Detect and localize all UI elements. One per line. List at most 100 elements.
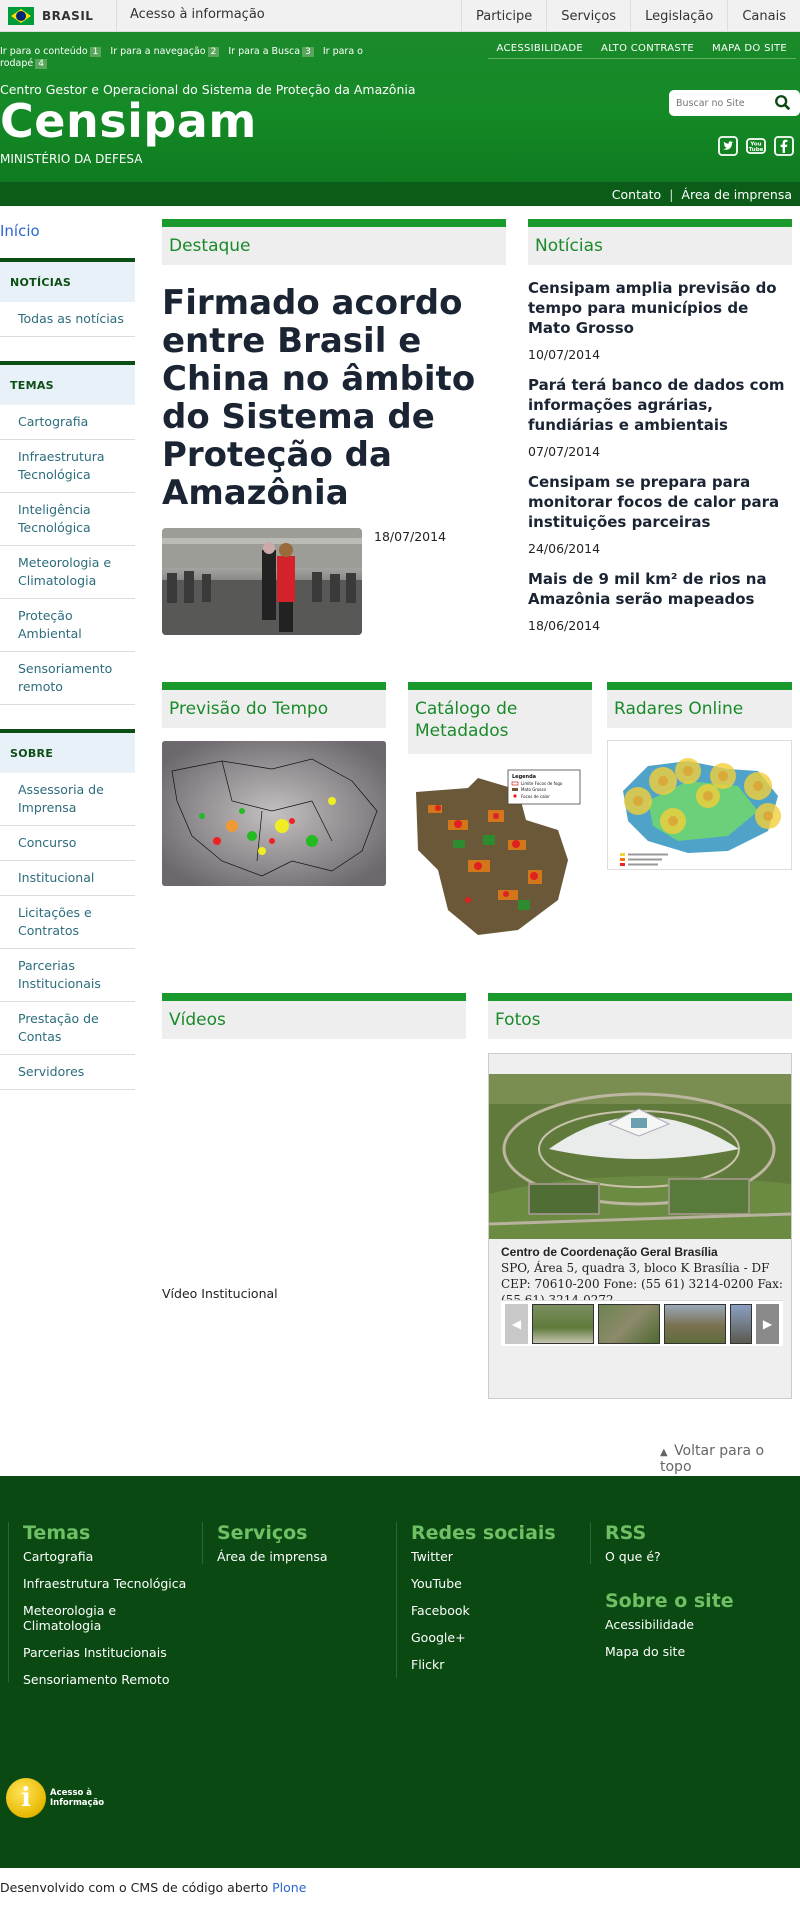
press-area-link[interactable]: Área de imprensa — [673, 187, 800, 202]
news-item-title[interactable]: Pará terá banco de dados com informações… — [528, 375, 790, 435]
sidebar-item-assessoria[interactable]: Assessoria de Imprensa — [0, 773, 135, 826]
gov-nav: Participe Serviços Legislação Canais — [460, 0, 800, 32]
sidebar-item-sensoriamento[interactable]: Sensoriamento remoto — [0, 652, 135, 705]
site-title[interactable]: Censipam — [0, 95, 257, 147]
header-social: You Tube — [718, 136, 794, 156]
sidebar-heading-sobre: SOBRE — [0, 729, 135, 773]
accessibility-link[interactable]: ACESSIBILIDADE — [488, 43, 593, 54]
sidebar-item-licitacoes[interactable]: Licitações e Contratos — [0, 896, 135, 949]
access-info-link[interactable]: Acesso à informação — [130, 7, 265, 22]
acesso-logo-line: Informação — [50, 1798, 105, 1808]
catalog-legend-item: Limite Focos de fogo — [521, 781, 563, 786]
high-contrast-link[interactable]: ALTO CONTRASTE — [592, 43, 703, 54]
gov-nav-legislacao[interactable]: Legislação — [630, 0, 727, 32]
gallery-prev-arrow-icon[interactable]: ◀ — [505, 1303, 528, 1344]
sidebar-item-inteligencia[interactable]: Inteligência Tecnológica — [0, 493, 135, 546]
gov-nav-servicos[interactable]: Serviços — [546, 0, 630, 32]
gallery-main-photo[interactable] — [489, 1074, 791, 1239]
sidebar-item-meteorologia[interactable]: Meteorologia e Climatologia — [0, 546, 135, 599]
footer-link[interactable]: Google+ — [411, 1630, 586, 1645]
contact-link[interactable]: Contato — [604, 187, 669, 202]
fotos-heading: Fotos — [488, 993, 792, 1039]
separator: | — [669, 186, 674, 202]
footer-link[interactable]: Meteorologia e Climatologia — [23, 1603, 198, 1633]
catalog-map-image[interactable]: Legenda Limite Focos de fogo Mato Grosso… — [408, 760, 588, 940]
catalog-legend-item: Focos de calor — [521, 794, 550, 799]
footer-link[interactable]: Infraestrutura Tecnológica — [23, 1576, 198, 1591]
sidebar-item-prestacao[interactable]: Prestação de Contas — [0, 1002, 135, 1055]
twitter-icon[interactable] — [718, 136, 738, 156]
footer-link[interactable]: Flickr — [411, 1657, 586, 1672]
footer-link[interactable]: YouTube — [411, 1576, 586, 1591]
footer-link[interactable]: Twitter — [411, 1549, 586, 1564]
footer-link[interactable]: Área de imprensa — [217, 1549, 392, 1564]
gallery-thumbnail[interactable] — [532, 1303, 594, 1344]
footer-link[interactable]: Mapa do site — [605, 1644, 790, 1659]
photo-gallery: Centro de Coordenação Geral Brasília SPO… — [488, 1053, 792, 1399]
search-input[interactable] — [676, 97, 766, 109]
skip-to-nav[interactable]: Ir para a navegação 2 — [110, 46, 225, 57]
gov-bar: BRASIL Acesso à informação Participe Ser… — [0, 0, 800, 32]
sidebar-item-todas-noticias[interactable]: Todas as notícias — [0, 302, 135, 337]
videos-heading: Vídeos — [162, 993, 466, 1039]
arrow-up-icon: ▲ — [660, 1447, 675, 1458]
gallery-thumbnail[interactable] — [598, 1303, 660, 1344]
radars-map-image[interactable] — [607, 740, 792, 870]
footer-link[interactable]: Cartografia — [23, 1549, 198, 1564]
weather-satellite-image[interactable] — [162, 741, 386, 886]
sidebar-item-parcerias[interactable]: Parcerias Institucionais — [0, 949, 135, 1002]
footer-heading: RSS — [605, 1522, 647, 1544]
info-icon: i — [6, 1778, 46, 1818]
gov-nav-canais[interactable]: Canais — [727, 0, 800, 32]
catalog-legend-title: Legenda — [512, 774, 536, 780]
news-item-title[interactable]: Mais de 9 mil km² de rios na Amazônia se… — [528, 569, 790, 609]
brasil-link[interactable]: BRASIL — [0, 0, 117, 32]
sidebar-item-institucional[interactable]: Institucional — [0, 861, 135, 896]
sidebar-item-infraestrutura[interactable]: Infraestrutura Tecnológica — [0, 440, 135, 493]
skip-to-content[interactable]: Ir para o conteúdo 1 — [0, 46, 107, 57]
service-bar: Contato | Área de imprensa — [0, 182, 800, 206]
news-item-title[interactable]: Censipam se prepara para monitorar focos… — [528, 472, 790, 532]
footer-col-temas: Temas Cartografia Infraestrutura Tecnoló… — [8, 1522, 198, 1687]
news-item-title[interactable]: Censipam amplia previsão do tempo para m… — [528, 278, 790, 338]
sidebar-home-link[interactable]: Início — [0, 222, 135, 240]
gallery-thumbnail[interactable] — [664, 1303, 726, 1344]
facebook-icon[interactable] — [774, 136, 794, 156]
footer-link[interactable]: Acessibilidade — [605, 1617, 790, 1632]
footer-link[interactable]: Parcerias Institucionais — [23, 1645, 198, 1660]
youtube-icon[interactable]: YouTube — [746, 136, 766, 156]
site-footer: Temas Cartografia Infraestrutura Tecnoló… — [0, 1476, 800, 1868]
footer-link[interactable]: O que é? — [605, 1549, 790, 1564]
gallery-thumbnails: ◀ ▶ — [501, 1300, 783, 1346]
sidebar-item-cartografia[interactable]: Cartografia — [0, 405, 135, 440]
sidebar-item-servidores[interactable]: Servidores — [0, 1055, 135, 1090]
gov-nav-participe[interactable]: Participe — [460, 0, 546, 32]
footer-col-sobre: Sobre o site Acessibilidade Mapa do site — [590, 1590, 790, 1660]
acesso-informacao-logo[interactable]: i Acesso à Informação — [6, 1778, 104, 1818]
video-institucional-link[interactable]: Vídeo Institucional — [162, 1286, 278, 1301]
sitemap-link[interactable]: MAPA DO SITE — [703, 43, 796, 54]
header-top-links: ACESSIBILIDADE ALTO CONTRASTE MAPA DO SI… — [487, 43, 796, 59]
gallery-caption: Centro de Coordenação Geral Brasília SPO… — [501, 1244, 783, 1308]
news-item-date: 24/06/2014 — [528, 541, 601, 556]
sidebar-item-concurso[interactable]: Concurso — [0, 826, 135, 861]
gallery-next-arrow-icon[interactable]: ▶ — [756, 1303, 779, 1344]
plone-link[interactable]: Plone — [272, 1880, 306, 1895]
footer-link[interactable]: Facebook — [411, 1603, 586, 1618]
skip-label: Ir para a Busca — [228, 46, 301, 57]
back-to-top-label: Voltar para o topo — [660, 1443, 765, 1475]
search-icon[interactable] — [774, 94, 792, 112]
skip-key: 1 — [89, 47, 102, 57]
headline-title[interactable]: Firmado acordo entre Brasil e China no â… — [162, 284, 502, 512]
footer-heading: Sobre o site — [605, 1590, 734, 1612]
gallery-thumbnail[interactable] — [730, 1303, 752, 1344]
sidebar-item-protecao[interactable]: Proteção Ambiental — [0, 599, 135, 652]
skip-to-search[interactable]: Ir para a Busca 3 — [228, 46, 319, 57]
footer-col-rss: RSS O que é? — [590, 1522, 790, 1564]
headline-photo[interactable] — [162, 528, 362, 635]
news-item-date: 18/06/2014 — [528, 618, 601, 633]
footer-link[interactable]: Sensoriamento Remoto — [23, 1672, 198, 1687]
back-to-top-link[interactable]: ▲ Voltar para o topo — [660, 1443, 800, 1475]
sidebar: Início NOTÍCIAS Todas as notícias TEMAS … — [0, 222, 135, 1090]
